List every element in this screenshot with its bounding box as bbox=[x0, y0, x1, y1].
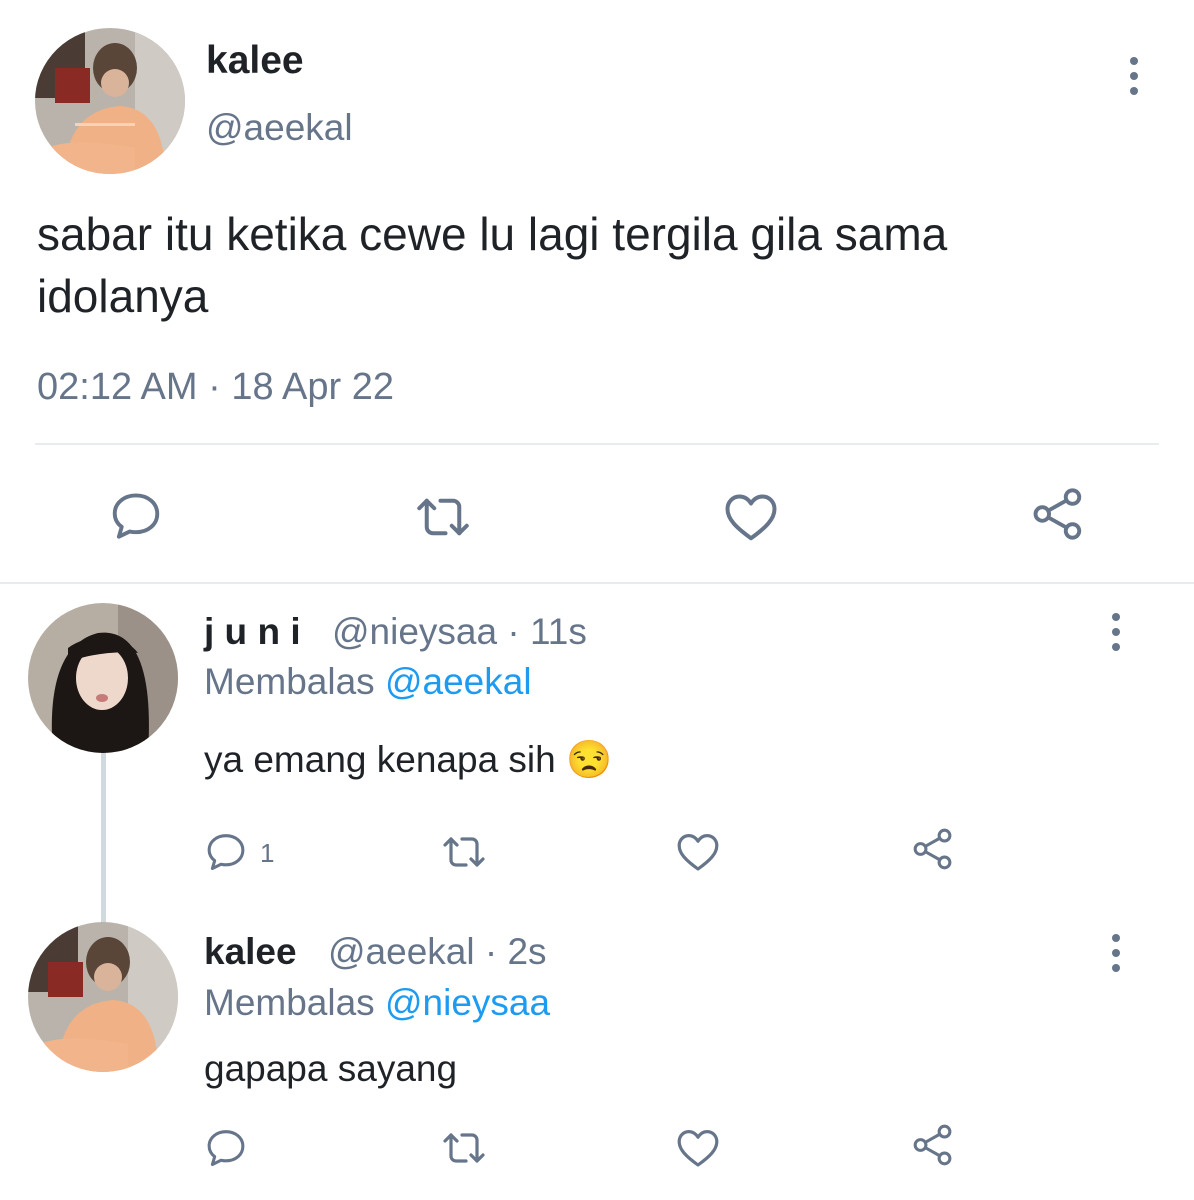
share-icon[interactable] bbox=[910, 826, 956, 872]
more-options-icon[interactable] bbox=[1104, 613, 1128, 658]
like-icon[interactable] bbox=[674, 828, 722, 876]
reply-author-name[interactable]: kalee bbox=[204, 931, 297, 973]
reply-icon[interactable] bbox=[203, 1125, 249, 1171]
thread-line bbox=[101, 752, 106, 924]
reply-handle-time[interactable]: @nieysaa · 11s bbox=[332, 611, 587, 653]
replying-prefix: Membalas bbox=[204, 982, 375, 1023]
retweet-icon[interactable] bbox=[413, 487, 473, 547]
replying-prefix: Membalas bbox=[204, 661, 375, 702]
reply-handle-time[interactable]: @aeekal · 2s bbox=[328, 931, 547, 973]
unamused-emoji: 😒 bbox=[566, 739, 613, 780]
replying-to-link[interactable]: @aeekal bbox=[385, 661, 532, 702]
like-icon[interactable] bbox=[721, 487, 781, 547]
replying-to-link[interactable]: @nieysaa bbox=[385, 982, 550, 1023]
reply-author-name[interactable]: j u n i bbox=[204, 611, 301, 653]
reply-text: ya emang kenapa sih 😒 bbox=[204, 739, 612, 782]
reply-count: 1 bbox=[260, 838, 275, 868]
avatar[interactable] bbox=[35, 28, 185, 174]
retweet-icon[interactable] bbox=[440, 828, 488, 876]
tweet-text: sabar itu ketika cewe lu lagi tergila gi… bbox=[37, 208, 948, 322]
replying-to-line: Membalas @aeekal bbox=[204, 661, 532, 703]
reply-icon[interactable] bbox=[107, 487, 165, 545]
more-options-icon[interactable] bbox=[1104, 934, 1128, 979]
avatar[interactable] bbox=[28, 603, 178, 753]
divider bbox=[0, 582, 1194, 584]
share-icon[interactable] bbox=[1029, 485, 1087, 543]
reply-text-body: ya emang kenapa sih bbox=[204, 739, 556, 780]
avatar[interactable] bbox=[28, 922, 178, 1072]
reply-icon[interactable] bbox=[203, 829, 249, 875]
reply-text: gapapa sayang bbox=[204, 1048, 458, 1089]
like-icon[interactable] bbox=[674, 1124, 722, 1172]
divider bbox=[35, 443, 1159, 445]
share-icon[interactable] bbox=[910, 1122, 956, 1168]
replying-to-line: Membalas @nieysaa bbox=[204, 982, 550, 1024]
more-options-icon[interactable] bbox=[1122, 57, 1146, 102]
author-name[interactable]: kalee bbox=[206, 39, 304, 83]
retweet-icon[interactable] bbox=[440, 1124, 488, 1172]
tweet-timestamp: 02:12 AM · 18 Apr 22 bbox=[37, 366, 395, 408]
author-handle[interactable]: @aeekal bbox=[206, 107, 353, 149]
